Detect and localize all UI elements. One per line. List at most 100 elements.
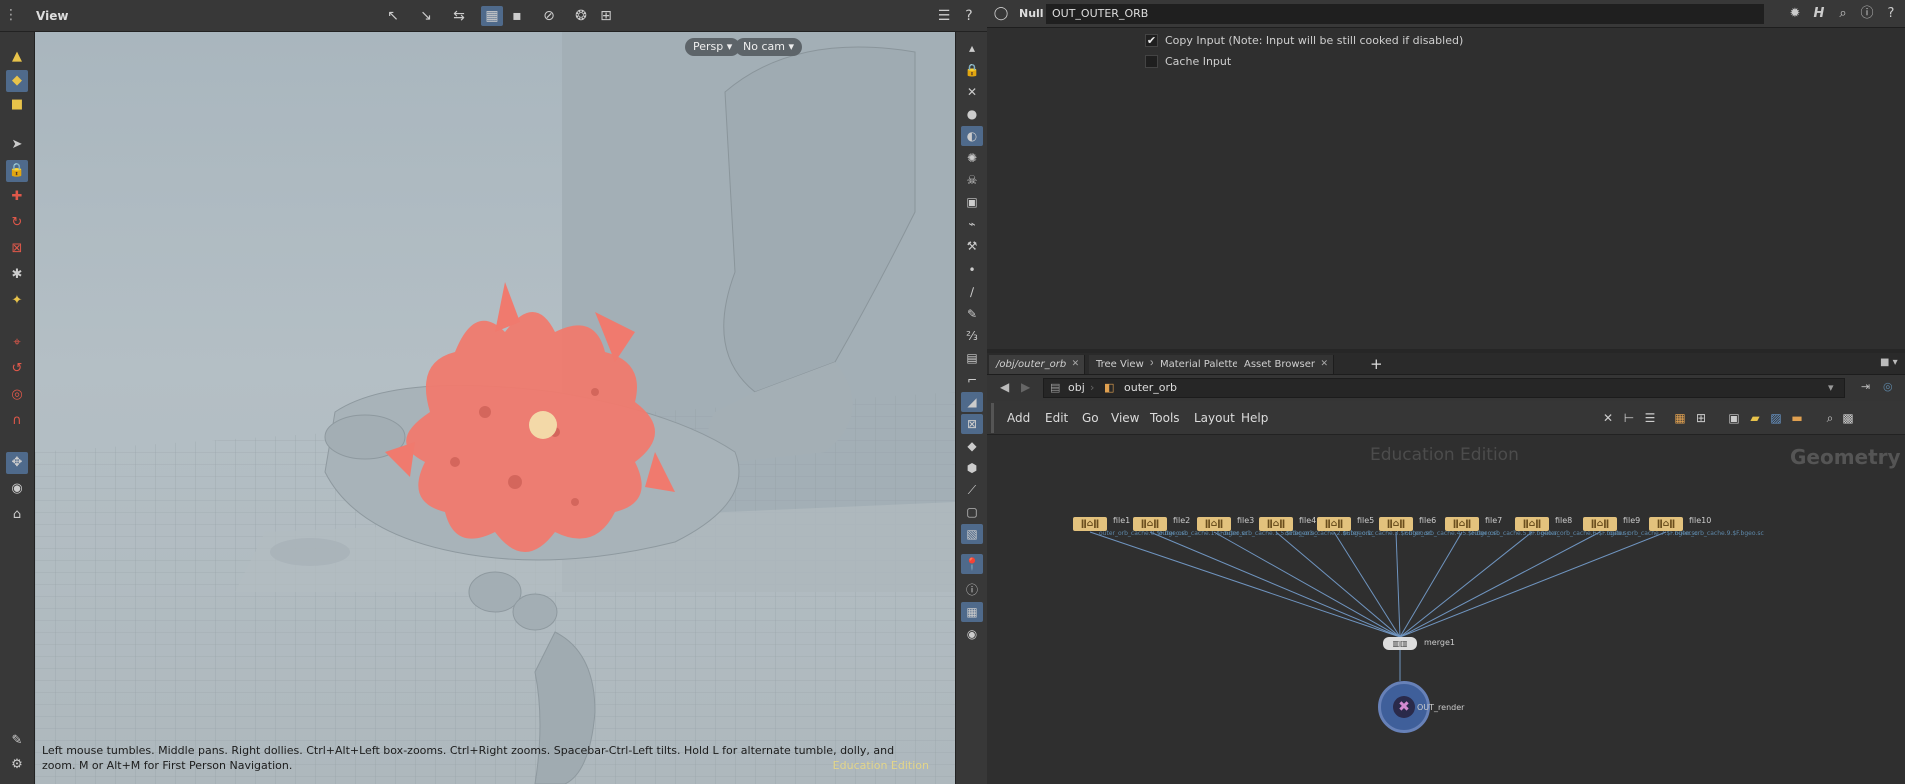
edge-icon[interactable]: ∕ (961, 282, 983, 302)
merge-node[interactable]: ▥▥ (1383, 637, 1417, 650)
3d-viewport[interactable]: Persp ▾ No cam ▾ Left mouse tumbles. Mid… (35, 32, 955, 784)
grid-view-icon[interactable]: ▦ (961, 602, 983, 622)
rotate-icon[interactable]: ↻ (6, 212, 28, 234)
background-image-icon[interactable]: ▨ (1767, 410, 1785, 426)
camera-icon[interactable]: ▩ (1839, 410, 1857, 426)
shelf-icon[interactable]: ⌂ (6, 504, 28, 526)
view-tool-icon[interactable]: ⌖ (6, 332, 28, 354)
bone-icon[interactable]: ⟋ (961, 480, 983, 500)
menu-layout[interactable]: Layout (1194, 411, 1235, 425)
sculpt-icon[interactable]: ◆ (6, 70, 28, 92)
group-icon[interactable]: ▤ (961, 348, 983, 368)
lock-icon[interactable]: 🔒 (961, 60, 983, 80)
orbit-icon[interactable]: ◎ (6, 384, 28, 406)
frame-icon[interactable]: ▢ (961, 502, 983, 522)
gear-icon[interactable]: ⚙ (6, 754, 28, 776)
gear-icon[interactable]: ✹ (1785, 4, 1805, 24)
list-icon[interactable]: ☰ (1641, 410, 1659, 426)
snap-icon[interactable]: ⇆ (448, 6, 470, 26)
path-field[interactable]: ▤ obj › ◧ outer_orb ▾ (1043, 378, 1845, 398)
help-icon[interactable]: ? (958, 6, 980, 26)
lock-tool-icon[interactable]: 🔒 (6, 160, 28, 182)
magnet-icon[interactable]: ∩ (6, 410, 28, 432)
info-icon[interactable]: ⓘ (961, 580, 983, 600)
palette-icon[interactable]: ▦ (1671, 410, 1689, 426)
skull-icon[interactable]: ☠ (961, 170, 983, 190)
info-icon[interactable]: ⓘ (1857, 4, 1877, 24)
houdini-icon[interactable]: H (1809, 4, 1829, 24)
menu-add[interactable]: Add (1007, 411, 1030, 425)
rig-icon[interactable]: ⚒ (961, 236, 983, 256)
search-icon[interactable]: ⌕ (1821, 410, 1839, 426)
camera-view-icon[interactable]: ▣ (961, 192, 983, 212)
render-icon[interactable]: ⊞ (595, 6, 617, 26)
file-node[interactable]: ǁ⌂ǁ (1445, 517, 1479, 531)
pen-icon[interactable]: ✎ (961, 304, 983, 324)
paint-icon[interactable]: ■ (6, 94, 28, 116)
scale-icon[interactable]: ⊠ (6, 238, 28, 260)
number-icon[interactable]: ⅔ (961, 326, 983, 346)
move-view-icon[interactable]: ✥ (6, 452, 28, 474)
pose-icon[interactable]: ✱ (6, 264, 28, 286)
object-icon[interactable]: ⬢ (961, 458, 983, 478)
close-icon[interactable]: ✕ (1321, 355, 1329, 374)
file-node[interactable]: ǁ⌂ǁ (1583, 517, 1617, 531)
display-options-icon[interactable]: ▦ (481, 6, 503, 26)
menu-drag-handle[interactable] (991, 403, 994, 433)
cache-input-row[interactable]: Cache Input (1145, 53, 1231, 69)
select-mode-icon[interactable]: ↖ (382, 6, 404, 26)
x-ray-icon[interactable]: ⊠ (961, 414, 983, 434)
visibility-icon[interactable]: ❂ (570, 6, 592, 26)
menu-help[interactable]: Help (1241, 411, 1268, 425)
file-node[interactable]: ǁ⌂ǁ (1317, 517, 1351, 531)
file-node[interactable]: ǁ⌂ǁ (1379, 517, 1413, 531)
brush-icon[interactable]: ▲ (6, 46, 28, 68)
grid-toggle-icon[interactable]: ⊞ (1692, 410, 1710, 426)
pin-icon[interactable]: 📍 (961, 554, 983, 574)
search-icon[interactable]: ⌕ (1833, 4, 1853, 24)
camera-menu[interactable]: No cam ▾ (735, 38, 802, 56)
image-icon[interactable]: ▣ (1725, 410, 1743, 426)
cross-icon[interactable]: ✕ (961, 82, 983, 102)
layout-icon[interactable]: ☰ (933, 6, 955, 26)
corner-icon[interactable]: ⌐ (961, 370, 983, 390)
add-tab-button[interactable]: + (1370, 355, 1383, 373)
forward-arrow-icon[interactable]: ▶ (1021, 380, 1030, 394)
menu-go[interactable]: Go (1082, 411, 1099, 425)
pane-menu-icon[interactable]: ⋮ (4, 7, 18, 25)
camera-icon[interactable]: ▪ (506, 6, 528, 26)
pin-icon[interactable]: ⇥ (1861, 380, 1870, 393)
path-crumb-node[interactable]: outer_orb (1124, 381, 1177, 394)
cache-input-checkbox[interactable] (1145, 54, 1158, 68)
projection-menu[interactable]: Persp ▾ (685, 38, 741, 56)
pane-menu-icon[interactable]: ■ ▾ (1880, 357, 1898, 368)
transform-icon[interactable]: ✚ (6, 186, 28, 208)
menu-edit[interactable]: Edit (1045, 411, 1068, 425)
path-crumb-root[interactable]: obj (1068, 381, 1085, 394)
image-icon[interactable]: ▧ (961, 524, 983, 544)
tab-network[interactable]: /obj/outer_orb ✕ (989, 355, 1086, 374)
close-icon[interactable]: ✕ (1072, 355, 1080, 374)
wire-icon[interactable]: ◢ (961, 392, 983, 412)
light-icon[interactable]: ◐ (961, 126, 983, 146)
file-node[interactable]: ǁ⌂ǁ (1515, 517, 1549, 531)
node-name-field[interactable]: OUT_OUTER_ORB (1046, 4, 1764, 24)
point-icon[interactable]: • (961, 260, 983, 280)
bulb-icon[interactable]: ✺ (961, 148, 983, 168)
tree-icon[interactable]: ⊢ (1620, 410, 1638, 426)
network-editor[interactable]: Education Edition Geometry ǁ⌂ǁ file1 outer… (987, 435, 1905, 784)
menu-tools[interactable]: Tools (1150, 411, 1180, 425)
tab-tree-view[interactable]: Tree View✕ (1089, 355, 1163, 374)
menu-view[interactable]: View (1111, 411, 1139, 425)
node-color-icon[interactable]: ◯ (991, 4, 1011, 24)
flat-icon[interactable]: ◆ (961, 436, 983, 456)
copy-input-checkbox[interactable]: ✔ (1145, 33, 1158, 47)
handle-tool-icon[interactable]: ✦ (6, 290, 28, 312)
snap-tool-icon[interactable]: ⌁ (961, 214, 983, 234)
no-entry-icon[interactable]: ⊘ (538, 6, 560, 26)
tab-asset-browser[interactable]: Asset Browser ✕ (1237, 355, 1335, 374)
camera-tool-icon[interactable]: ✎ (6, 730, 28, 752)
handle-mode-icon[interactable]: ↘ (415, 6, 437, 26)
file-node[interactable]: ǁ⌂ǁ (1133, 517, 1167, 531)
tumble-icon[interactable]: ↺ (6, 358, 28, 380)
